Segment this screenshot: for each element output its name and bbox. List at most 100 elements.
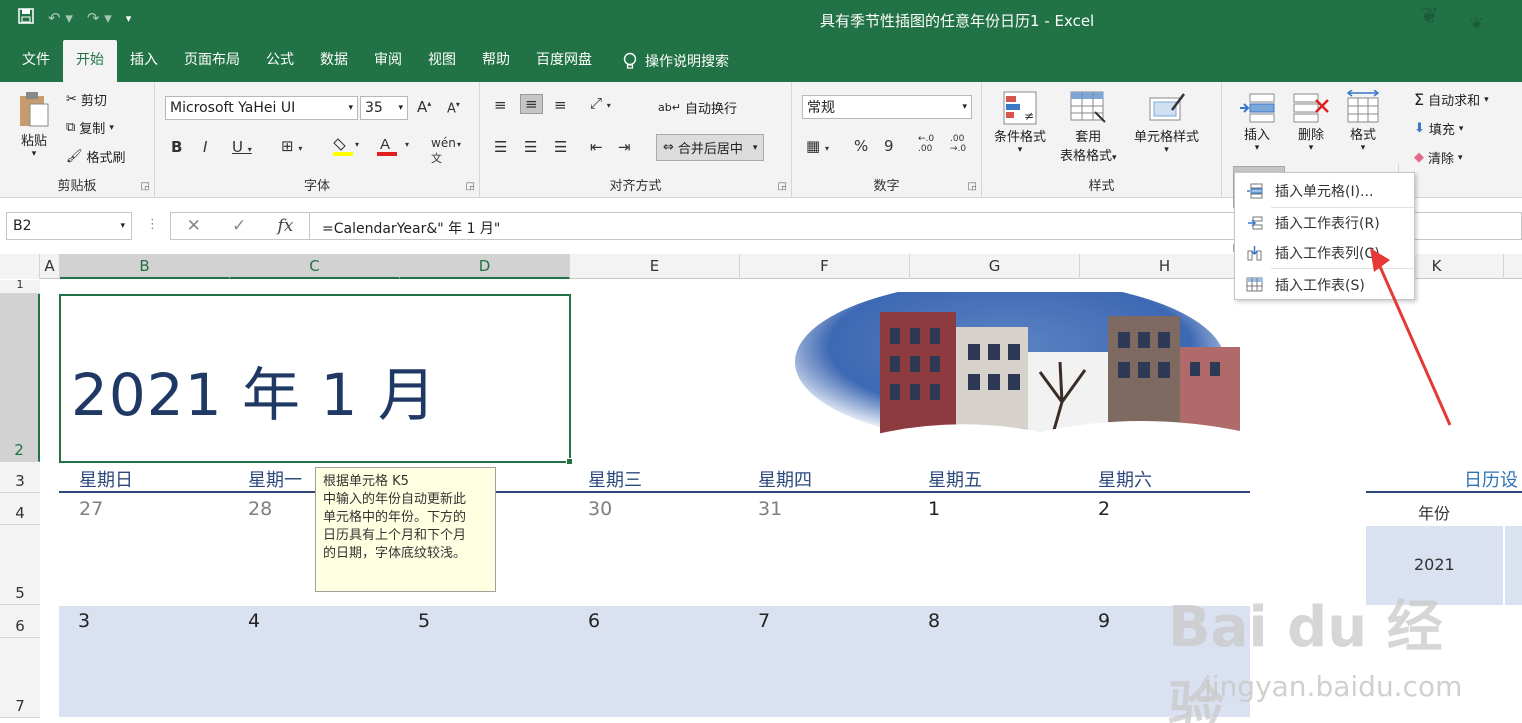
date-cell[interactable]: 2: [1098, 498, 1110, 520]
format-as-table-button[interactable]: 套用 表格格式▾: [1060, 90, 1117, 164]
insert-button[interactable]: 插入 ▾: [1238, 90, 1276, 153]
date-cell[interactable]: 30: [588, 498, 612, 520]
dialog-launcher-icon[interactable]: ◲: [141, 181, 150, 192]
tab-view[interactable]: 视图: [415, 40, 469, 82]
wrap-text-button[interactable]: ab↵ 自动换行: [658, 98, 737, 117]
tab-formulas[interactable]: 公式: [253, 40, 307, 82]
dialog-launcher-icon[interactable]: ◲: [778, 181, 787, 192]
name-box[interactable]: B2 ▾: [6, 212, 132, 240]
calendar-title-cell[interactable]: 2021 年 1 月: [59, 294, 571, 463]
tab-insert[interactable]: 插入: [117, 40, 171, 82]
number-format-combo[interactable]: 常规 ▾: [802, 95, 972, 119]
align-top-icon[interactable]: ≡: [494, 96, 507, 114]
merge-center-button[interactable]: ⇔ 合并后居中 ▾: [656, 134, 765, 161]
decrease-indent-icon[interactable]: ⇤: [590, 138, 603, 156]
column-header-d[interactable]: D: [400, 254, 570, 279]
decrease-font-icon[interactable]: A▾: [447, 100, 460, 116]
row-header-3[interactable]: 3: [0, 462, 40, 493]
column-header-b[interactable]: B: [60, 254, 230, 279]
date-cell[interactable]: 28: [248, 498, 272, 520]
date-cell[interactable]: 3: [78, 610, 90, 632]
increase-font-icon[interactable]: A▴: [417, 98, 431, 116]
format-cells-button[interactable]: 格式 ▾: [1344, 90, 1382, 153]
align-bottom-icon[interactable]: ≡: [554, 96, 567, 114]
menu-insert-sheet-rows[interactable]: 插入工作表行(R): [1235, 207, 1414, 239]
date-cell[interactable]: 1: [928, 498, 940, 520]
clear-button[interactable]: ◆ 清除 ▾: [1414, 148, 1463, 167]
conditional-format-button[interactable]: ≠ 条件格式 ▾: [994, 90, 1046, 155]
column-header-f[interactable]: F: [740, 254, 910, 279]
column-header-h[interactable]: H: [1080, 254, 1250, 279]
font-color-dropdown-icon[interactable]: ▾: [405, 140, 409, 149]
customize-qat-icon[interactable]: ▾: [126, 12, 132, 25]
date-cell[interactable]: 31: [758, 498, 782, 520]
row-header-6[interactable]: 6: [0, 605, 40, 638]
insert-function-icon[interactable]: fx: [278, 216, 294, 236]
date-cell[interactable]: 6: [588, 610, 600, 632]
date-cell[interactable]: 9: [1098, 610, 1110, 632]
row-header-5[interactable]: 5: [0, 525, 40, 605]
tab-file[interactable]: 文件: [0, 40, 63, 82]
fill-color-dropdown-icon[interactable]: ▾: [355, 140, 359, 149]
tab-review[interactable]: 审阅: [361, 40, 415, 82]
date-cell[interactable]: 5: [418, 610, 430, 632]
bold-icon[interactable]: B: [171, 138, 182, 156]
format-painter-button[interactable]: 🖌 格式刷: [66, 147, 126, 166]
column-header-l[interactable]: [1504, 254, 1522, 279]
date-cell[interactable]: 27: [79, 498, 103, 520]
tab-page-layout[interactable]: 页面布局: [171, 40, 253, 82]
column-header-e[interactable]: E: [570, 254, 740, 279]
comma-style-icon[interactable]: 9: [884, 137, 894, 155]
align-right-icon[interactable]: ☰: [554, 138, 567, 156]
column-header-g[interactable]: G: [910, 254, 1080, 279]
copy-button[interactable]: ⧉ 复制 ▾: [66, 118, 114, 137]
cut-button[interactable]: ✂ 剪切: [66, 90, 107, 109]
align-middle-icon[interactable]: ≡: [520, 94, 543, 114]
cancel-icon[interactable]: ✕: [187, 216, 201, 236]
fill-handle[interactable]: [566, 458, 573, 465]
settings-cell[interactable]: [1505, 526, 1522, 605]
percent-icon[interactable]: %: [854, 137, 868, 155]
dialog-launcher-icon[interactable]: ◲: [466, 181, 475, 192]
font-name-combo[interactable]: Microsoft YaHei UI ▾: [165, 96, 358, 120]
date-cell[interactable]: 4: [248, 610, 260, 632]
enter-icon[interactable]: ✓: [232, 216, 246, 236]
undo-icon[interactable]: ↶ ▾: [48, 9, 73, 27]
menu-insert-cells[interactable]: 插入单元格(I)...: [1235, 175, 1414, 207]
delete-button[interactable]: 删除 ▾: [1292, 90, 1330, 153]
tab-baidu-netdisk[interactable]: 百度网盘: [523, 40, 605, 82]
phonetic-dropdown-icon[interactable]: ▾: [457, 140, 461, 149]
increase-indent-icon[interactable]: ⇥: [618, 138, 631, 156]
fill-button[interactable]: ⬇ 填充 ▾: [1414, 119, 1463, 138]
row-header-2[interactable]: 2: [0, 294, 40, 462]
font-color-icon[interactable]: A: [377, 135, 399, 161]
border-icon[interactable]: ⊞ ▾: [281, 137, 302, 155]
tab-help[interactable]: 帮助: [469, 40, 523, 82]
tab-data[interactable]: 数据: [307, 40, 361, 82]
accounting-format-icon[interactable]: ▦ ▾: [806, 137, 829, 155]
seasonal-illustration[interactable]: [740, 292, 1250, 444]
font-size-combo[interactable]: 35 ▾: [360, 96, 408, 120]
column-header-c[interactable]: C: [230, 254, 400, 279]
row-header-7[interactable]: 7: [0, 638, 40, 718]
tab-home[interactable]: 开始: [63, 40, 117, 82]
select-all-corner[interactable]: [0, 254, 40, 279]
italic-icon[interactable]: I: [203, 138, 207, 156]
fill-color-icon[interactable]: [333, 135, 357, 161]
align-left-icon[interactable]: ☰: [494, 138, 507, 156]
date-cell[interactable]: 7: [758, 610, 770, 632]
row-header-4[interactable]: 4: [0, 493, 40, 525]
increase-decimal-icon[interactable]: ←.0.00: [918, 134, 934, 154]
underline-icon[interactable]: U ▾: [232, 138, 252, 156]
column-header-a[interactable]: A: [40, 254, 60, 279]
paste-button[interactable]: 粘贴 ▾: [16, 90, 52, 159]
phonetic-icon[interactable]: wén 文: [431, 136, 456, 166]
save-icon[interactable]: [18, 8, 34, 28]
decrease-decimal-icon[interactable]: .00 →.0: [950, 134, 966, 154]
tell-me-search[interactable]: 操作说明搜索: [605, 40, 729, 82]
dialog-launcher-icon[interactable]: ◲: [968, 181, 977, 192]
align-center-icon[interactable]: ☰: [524, 138, 537, 156]
row-header-1[interactable]: 1: [0, 279, 40, 294]
date-cell[interactable]: 8: [928, 610, 940, 632]
redo-icon[interactable]: ↷ ▾: [87, 9, 112, 27]
